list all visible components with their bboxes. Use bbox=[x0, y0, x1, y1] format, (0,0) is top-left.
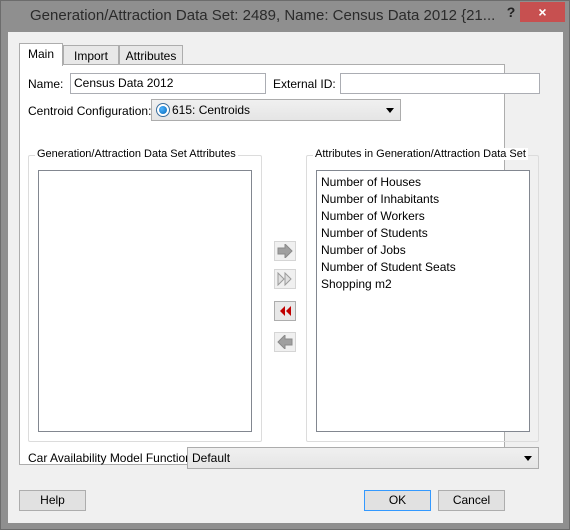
help-icon[interactable]: ? bbox=[502, 3, 520, 21]
add-attribute-button[interactable] bbox=[274, 241, 296, 261]
double-arrow-left-icon bbox=[280, 306, 291, 316]
dialog-window: Generation/Attraction Data Set: 2489, Na… bbox=[0, 0, 570, 530]
list-item[interactable]: Shopping m2 bbox=[317, 276, 529, 293]
available-attributes-list[interactable] bbox=[38, 170, 252, 432]
available-attributes-title: Generation/Attraction Data Set Attribute… bbox=[35, 148, 238, 160]
selected-attributes-title: Attributes in Generation/Attraction Data… bbox=[313, 148, 528, 160]
car-availability-label: Car Availability Model Function: bbox=[28, 451, 196, 465]
tab-panel-main: Name: Census Data 2012 External ID: Cent… bbox=[19, 64, 540, 469]
centroid-config-select[interactable]: 615: Centroids bbox=[151, 99, 401, 121]
centroid-config-label: Centroid Configuration: bbox=[28, 104, 152, 118]
list-item[interactable]: Number of Workers bbox=[317, 208, 529, 225]
help-button[interactable]: Help bbox=[19, 490, 86, 511]
available-attributes-group: Generation/Attraction Data Set Attribute… bbox=[28, 148, 262, 442]
list-item[interactable]: Number of Student Seats bbox=[317, 259, 529, 276]
list-item[interactable]: Number of Houses bbox=[317, 174, 529, 191]
external-id-label: External ID: bbox=[273, 77, 336, 91]
cancel-button[interactable]: Cancel bbox=[438, 490, 505, 511]
tab-attributes[interactable]: Attributes bbox=[119, 45, 183, 66]
name-input[interactable]: Census Data 2012 bbox=[70, 73, 266, 94]
list-item[interactable]: Number of Jobs bbox=[317, 242, 529, 259]
car-availability-value: Default bbox=[192, 451, 231, 465]
centroid-config-value: 615: Centroids bbox=[172, 103, 251, 117]
list-item[interactable]: Number of Inhabitants bbox=[317, 191, 529, 208]
name-label: Name: bbox=[28, 77, 64, 91]
arrow-right-icon bbox=[277, 244, 293, 258]
centroid-radio-icon bbox=[156, 103, 170, 117]
window-title: Generation/Attraction Data Set: 2489, Na… bbox=[30, 7, 496, 24]
remove-all-attributes-button[interactable] bbox=[274, 301, 296, 321]
car-availability-select[interactable]: Default bbox=[187, 447, 539, 469]
dialog-client: Main Import Attributes Name: Census Data… bbox=[8, 32, 563, 523]
arrow-left-icon bbox=[277, 335, 293, 349]
external-id-input[interactable] bbox=[340, 73, 540, 94]
remove-attribute-button[interactable] bbox=[274, 332, 296, 352]
selected-attributes-group: Attributes in Generation/Attraction Data… bbox=[306, 148, 539, 442]
tab-main[interactable]: Main bbox=[19, 43, 63, 66]
tab-import[interactable]: Import bbox=[63, 45, 119, 66]
title-bar[interactable]: Generation/Attraction Data Set: 2489, Na… bbox=[1, 1, 570, 32]
chevron-down-icon bbox=[386, 108, 394, 113]
ok-button[interactable]: OK bbox=[364, 490, 431, 511]
double-arrow-right-icon bbox=[277, 272, 292, 286]
close-button[interactable]: × bbox=[520, 2, 565, 22]
selected-attributes-list[interactable]: Number of Houses Number of Inhabitants N… bbox=[316, 170, 530, 432]
list-item[interactable]: Number of Students bbox=[317, 225, 529, 242]
chevron-down-icon bbox=[524, 456, 532, 461]
add-all-attributes-button[interactable] bbox=[274, 269, 296, 289]
